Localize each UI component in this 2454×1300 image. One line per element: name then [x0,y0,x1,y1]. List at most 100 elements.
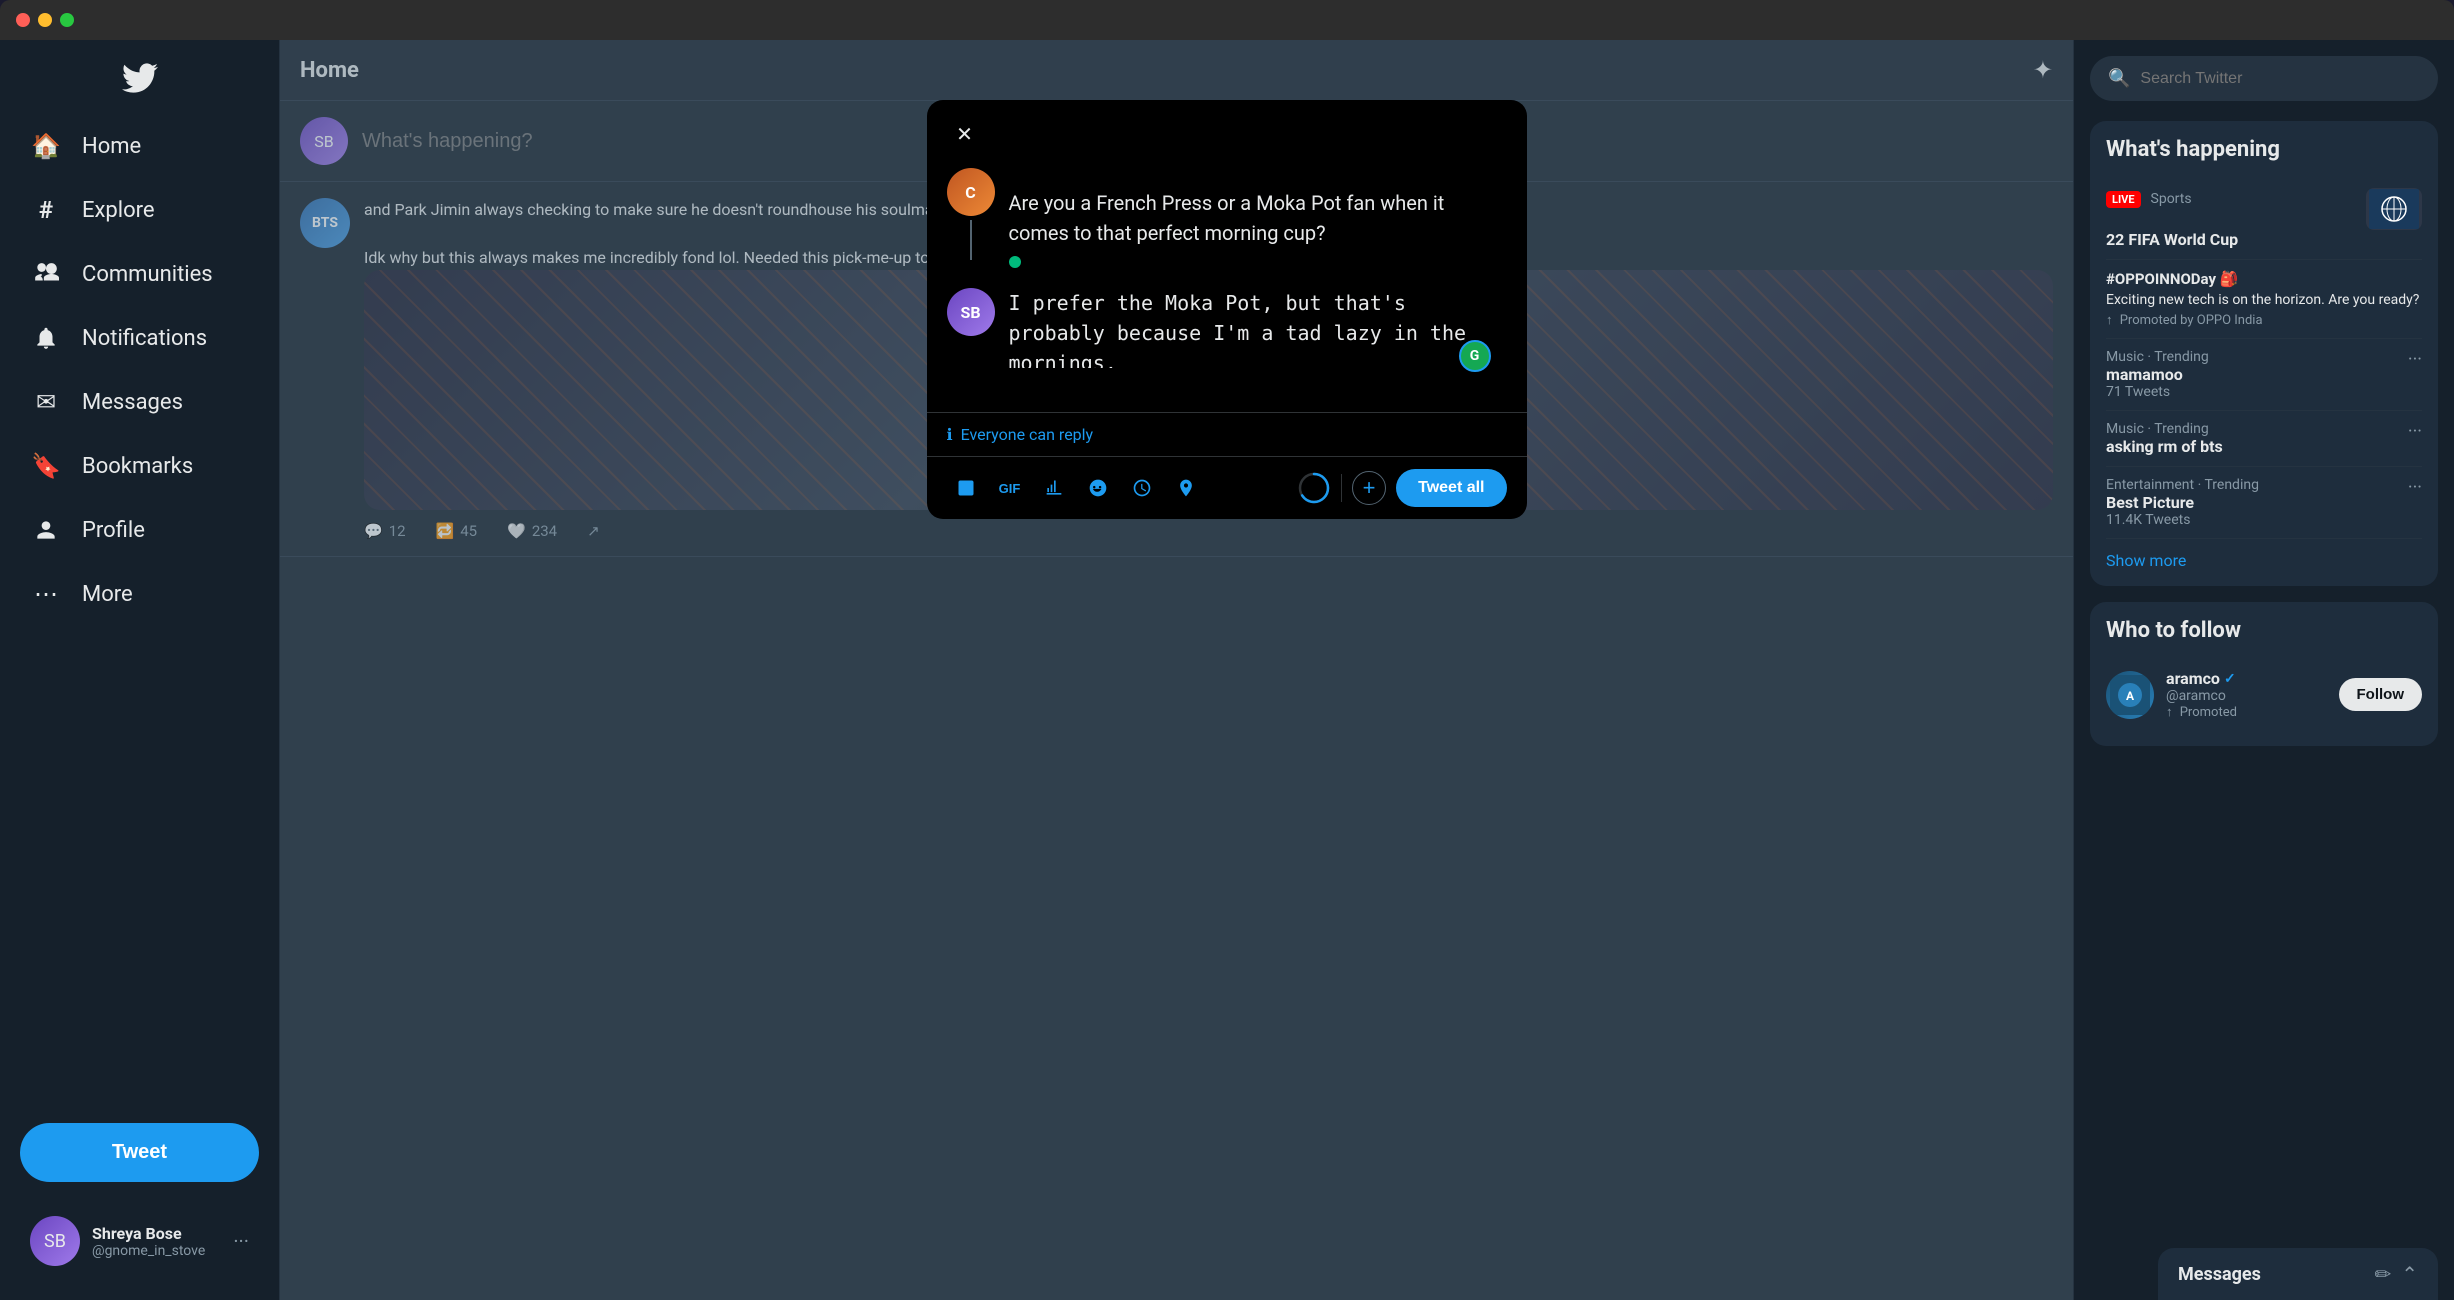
whats-happening-card: What's happening LIVE Sports [2090,121,2438,586]
more-options-icon[interactable]: ··· [2408,421,2422,442]
main-nav: 🏠 Home # Explore Communities [0,116,279,1103]
search-input[interactable] [2140,70,2420,88]
show-more-button[interactable]: Show more [2106,539,2422,570]
list-item[interactable]: Music · Trending mamamoo 71 Tweets ··· [2106,339,2422,411]
user-profile[interactable]: SB Shreya Bose @gnome_in_stove ··· [10,1202,269,1280]
reply-content: I prefer the Moka Pot, but that's probab… [1009,288,1507,380]
modal-close-button[interactable]: ✕ [947,116,983,152]
more-options-icon[interactable]: ··· [2408,477,2422,498]
promoted-label: ↑ Promoted by OPPO India [2106,312,2422,328]
grammarly-icon: G [1459,340,1491,372]
follow-handle: @aramco [2166,688,2327,704]
who-to-follow-title: Who to follow [2106,618,2422,643]
explore-icon: # [30,194,62,226]
user-name: Shreya Bose [92,1224,221,1243]
messages-bar: Messages ✏ ⌃ [2158,1248,2438,1300]
bookmarks-icon: 🔖 [30,450,62,482]
add-image-button[interactable] [947,469,985,507]
reply-tweet-avatar: SB [947,288,995,336]
promoted-tweet-text: Exciting new tech is on the horizon. Are… [2106,292,2422,308]
trending-info: Entertainment · Trending Best Picture 11… [2106,477,2259,528]
sidebar: 🏠 Home # Explore Communities [0,40,280,1300]
list-item[interactable]: #OPPOINNODay 🎒 Exciting new tech is on t… [2106,260,2422,339]
who-to-follow-card: Who to follow A aramco ✓ @aramco [2090,602,2438,746]
sidebar-item-label: Messages [82,390,183,415]
home-icon: 🏠 [30,130,62,162]
reply-tweet-row: SB I prefer the Moka Pot, but that's pro… [947,288,1507,380]
minimize-button[interactable] [38,13,52,27]
trending-item-header: Music · Trending asking rm of bts ··· [2106,421,2422,456]
trending-topic: asking rm of bts [2106,437,2223,456]
add-location-button[interactable] [1167,469,1205,507]
add-gif-button[interactable]: GIF [991,469,1029,507]
original-tweet-avatar-col: C [947,168,995,272]
sidebar-item-communities[interactable]: Communities [10,244,269,304]
trending-meta: Music · Trending [2106,349,2209,365]
add-tweet-button[interactable]: + [1352,471,1386,505]
add-schedule-button[interactable] [1123,469,1161,507]
sidebar-item-profile[interactable]: Profile [10,500,269,560]
follow-button[interactable]: Follow [2339,678,2423,711]
sidebar-item-explore[interactable]: # Explore [10,180,269,240]
reply-avatar-container: SB [947,288,995,380]
window-chrome [0,0,2454,40]
compose-message-icon[interactable]: ✏ [2374,1262,2391,1286]
sidebar-item-label: More [82,582,133,607]
list-item[interactable]: Music · Trending asking rm of bts ··· [2106,411,2422,467]
original-tweet-text: Are you a French Press or a Moka Pot fan… [1009,178,1507,248]
list-item[interactable]: LIVE Sports 22 FIFA World Cup [2106,178,2422,260]
twitter-logo[interactable] [0,50,279,116]
right-sidebar: 🔍 What's happening LIVE Sports [2074,40,2454,1300]
search-bar[interactable]: 🔍 [2090,56,2438,101]
user-info: Shreya Bose @gnome_in_stove [92,1224,221,1259]
user-avatar: SB [30,1216,80,1266]
user-more-icon: ··· [233,1229,249,1253]
tweet-all-button[interactable]: Tweet all [1396,469,1506,507]
more-options-icon[interactable]: ··· [2408,349,2422,370]
grammarly-container: G [1009,372,1507,380]
follow-name: aramco ✓ [2166,669,2327,688]
add-emoji-button[interactable] [1079,469,1117,507]
sidebar-item-more[interactable]: ⋯ More [10,564,269,624]
compose-reply-modal: ✕ C Are you a French Press or a Moka Pot… [927,100,1527,519]
close-button[interactable] [16,13,30,27]
svg-text:A: A [2126,689,2135,703]
add-poll-button[interactable] [1035,469,1073,507]
trending-thumbnail [2366,188,2422,230]
trending-item-header: LIVE Sports [2106,188,2422,230]
everyone-can-reply-label: Everyone can reply [961,425,1094,444]
promoted-icon: ↑ [2106,313,2113,328]
trending-meta: Music · Trending [2106,421,2223,437]
sidebar-item-home[interactable]: 🏠 Home [10,116,269,176]
communities-icon [30,258,62,290]
sidebar-item-notifications[interactable]: Notifications [10,308,269,368]
modal-header: ✕ [927,100,1527,152]
reply-text-input[interactable]: I prefer the Moka Pot, but that's probab… [1009,288,1507,368]
sidebar-item-bookmarks[interactable]: 🔖 Bookmarks [10,436,269,496]
live-badge: LIVE [2106,191,2141,208]
trending-info: Music · Trending mamamoo 71 Tweets [2106,349,2209,400]
trending-topic: Best Picture [2106,493,2259,512]
window-buttons [16,13,74,27]
list-item[interactable]: Entertainment · Trending Best Picture 11… [2106,467,2422,539]
collapse-messages-icon[interactable]: ⌃ [2401,1262,2418,1286]
original-tweet-text-container: Are you a French Press or a Moka Pot fan… [1009,168,1507,272]
profile-icon [30,514,62,546]
toolbar-right: + Tweet all [1297,469,1506,507]
modal-toolbar: GIF [927,457,1527,519]
trending-meta: LIVE Sports [2106,188,2192,207]
trending-item-header: Entertainment · Trending Best Picture 11… [2106,477,2422,528]
follow-info: aramco ✓ @aramco ↑ Promoted [2166,669,2327,720]
trending-topic: 22 FIFA World Cup [2106,230,2422,249]
sidebar-item-messages[interactable]: ✉ Messages [10,372,269,432]
whats-happening-title: What's happening [2106,137,2422,162]
trending-count: 11.4K Tweets [2106,512,2259,528]
reply-permissions[interactable]: ℹ Everyone can reply [927,412,1527,457]
maximize-button[interactable] [60,13,74,27]
more-icon: ⋯ [30,578,62,610]
modal-overlay[interactable]: ✕ C Are you a French Press or a Moka Pot… [280,40,2074,1300]
main-content: Home ✦ SB BTS and Park Jimin always chec… [280,40,2074,1300]
tweet-button[interactable]: Tweet [20,1123,259,1182]
trending-topic: mamamoo [2106,365,2209,384]
info-icon: ℹ [947,425,953,444]
